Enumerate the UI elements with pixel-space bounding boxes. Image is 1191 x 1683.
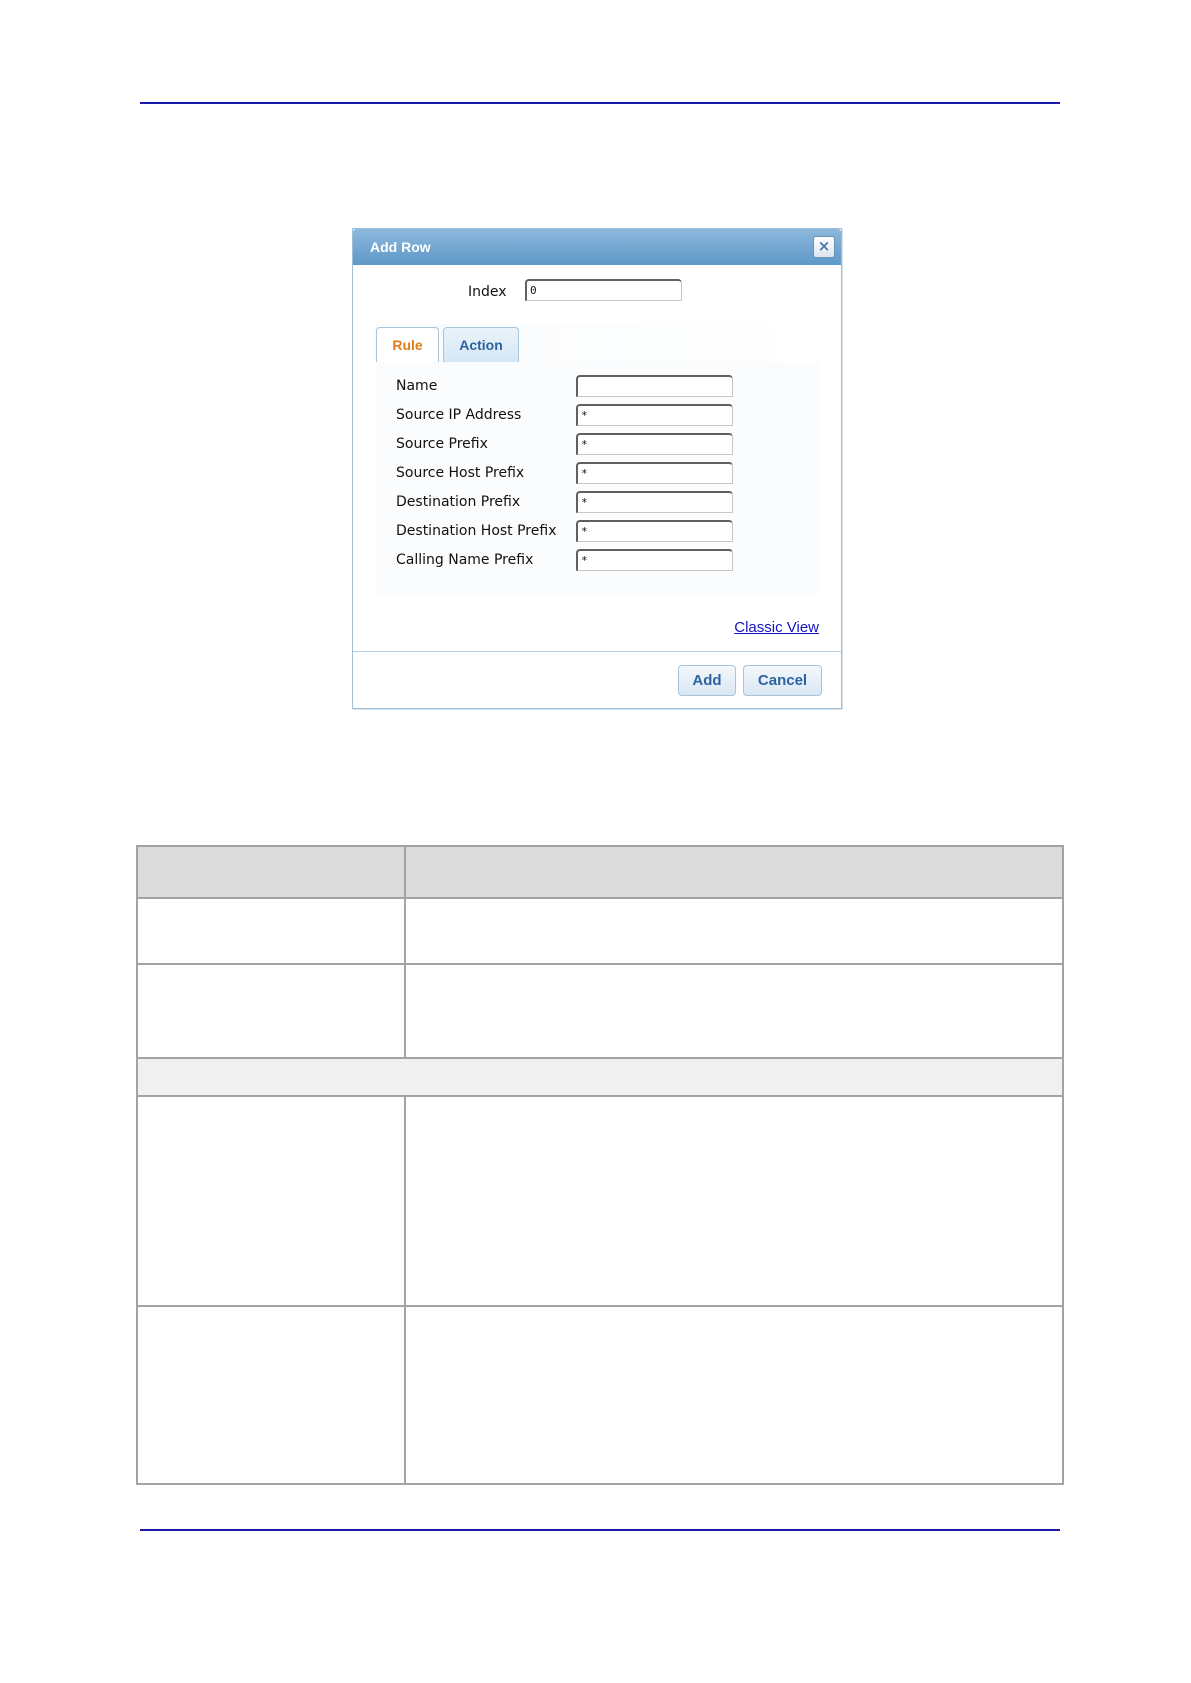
tab-action[interactable]: Action [443,327,519,363]
source-prefix-label: Source Prefix [396,436,488,452]
calling-name-prefix-label: Calling Name Prefix [396,552,534,568]
add-row-dialog: Add Row × Index Rule Action Name Source … [352,228,842,709]
destination-host-prefix-field[interactable] [576,520,733,542]
index-field[interactable] [525,279,682,301]
close-icon[interactable]: × [813,236,835,258]
footer-rule-line [140,1529,1060,1531]
source-ip-address-label: Source IP Address [396,407,522,423]
cancel-button[interactable]: Cancel [743,665,822,696]
row-divider [138,963,1062,965]
source-host-prefix-label: Source Host Prefix [396,465,525,481]
column-divider [404,1095,406,1483]
source-ip-address-field[interactable] [576,404,733,426]
header-rule-line [140,102,1060,104]
dialog-title: Add Row [370,239,431,255]
name-label: Name [396,378,438,394]
dialog-footer-divider [353,651,841,652]
source-host-prefix-field[interactable] [576,462,733,484]
row-divider [138,897,1062,899]
tab-rule[interactable]: Rule [376,327,439,363]
tabs-strip [375,324,819,362]
add-button[interactable]: Add [678,665,736,696]
source-prefix-field[interactable] [576,433,733,455]
calling-name-prefix-field[interactable] [576,549,733,571]
parameter-table [136,845,1064,1485]
classic-view-link[interactable]: Classic View [734,619,819,636]
destination-host-prefix-label: Destination Host Prefix [396,523,557,539]
table-section-row [138,1059,1062,1095]
column-divider [404,847,406,1057]
row-divider [138,1095,1062,1097]
name-field[interactable] [576,375,733,397]
row-divider [138,1305,1062,1307]
destination-prefix-label: Destination Prefix [396,494,521,510]
table-header-row [138,847,1062,897]
destination-prefix-field[interactable] [576,491,733,513]
index-label: Index [468,284,507,300]
dialog-titlebar[interactable]: Add Row × [353,229,841,265]
